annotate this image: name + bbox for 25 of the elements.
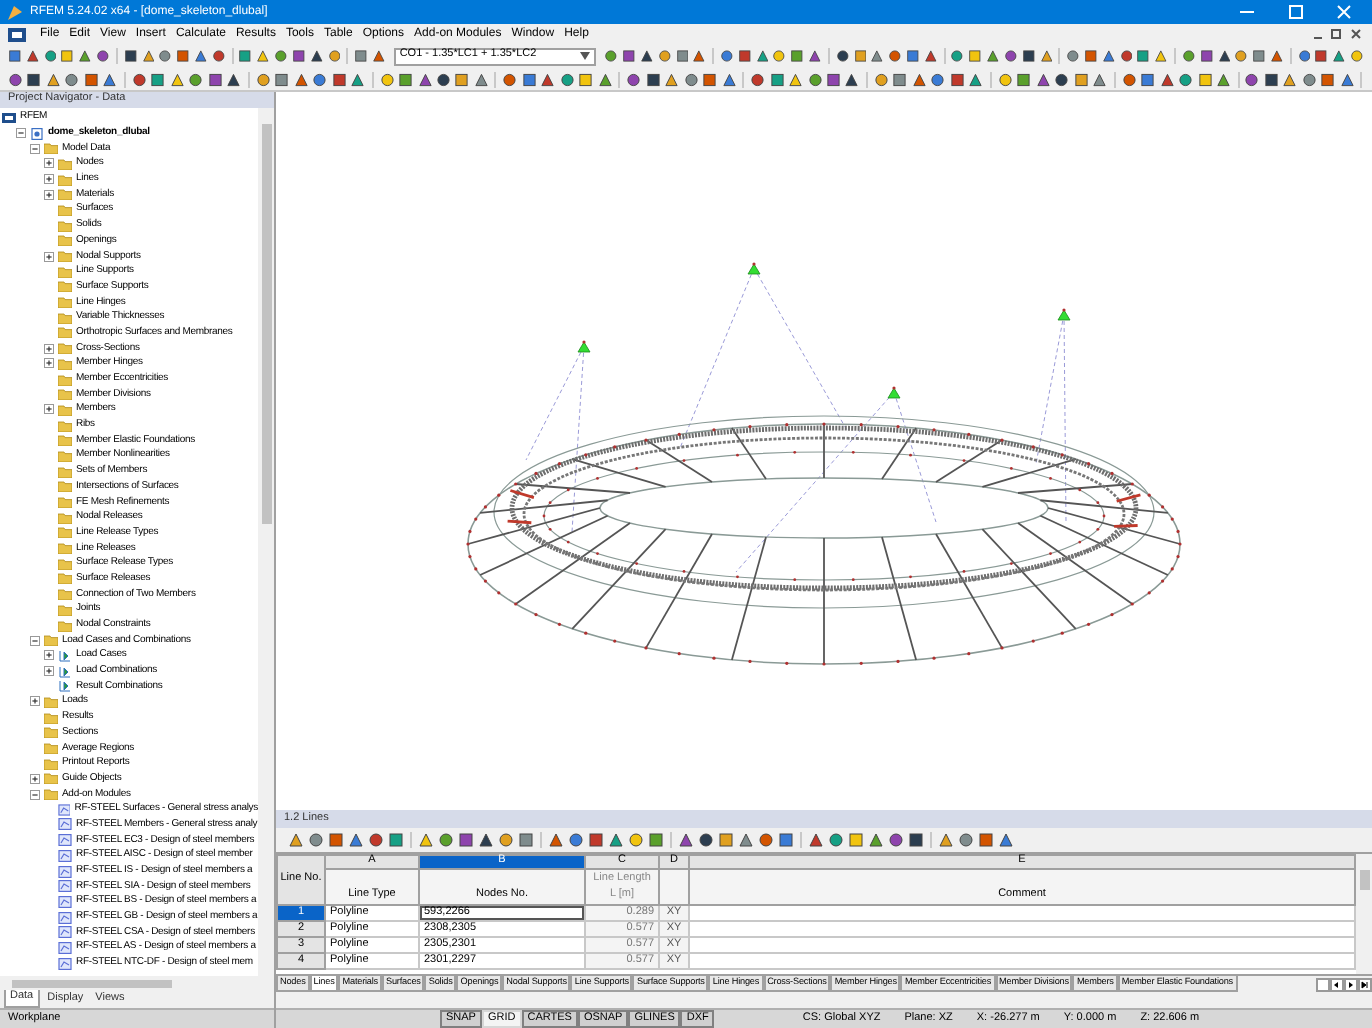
expand-toggle[interactable] — [44, 404, 54, 415]
caret-icon — [580, 52, 591, 60]
module-icon — [58, 957, 72, 970]
tab-navigation-icon[interactable] — [1316, 978, 1372, 992]
expand-toggle[interactable] — [30, 789, 40, 800]
expand-toggle[interactable] — [30, 773, 40, 784]
load-case-icon — [58, 649, 72, 662]
vertical-scrollbar[interactable] — [1356, 854, 1372, 974]
expand-toggle[interactable] — [30, 696, 40, 707]
expand-toggle[interactable] — [30, 635, 40, 646]
app-menu-icon[interactable] — [8, 27, 26, 41]
expand-toggle[interactable] — [44, 358, 54, 369]
expand-toggle[interactable] — [44, 174, 54, 185]
mdi-controls-icon[interactable] — [1312, 28, 1364, 40]
expand-toggle[interactable] — [44, 666, 54, 677]
expand-toggle[interactable] — [44, 650, 54, 661]
expand-toggle[interactable] — [44, 343, 54, 354]
expand-toggle[interactable] — [16, 128, 26, 139]
expand-toggle[interactable] — [30, 143, 40, 154]
vertical-scrollbar[interactable] — [258, 108, 274, 976]
app-icon — [8, 5, 22, 19]
expand-toggle[interactable] — [44, 158, 54, 169]
model-file-icon — [30, 127, 44, 140]
expand-toggle[interactable] — [44, 251, 54, 262]
expand-toggle[interactable] — [44, 189, 54, 200]
